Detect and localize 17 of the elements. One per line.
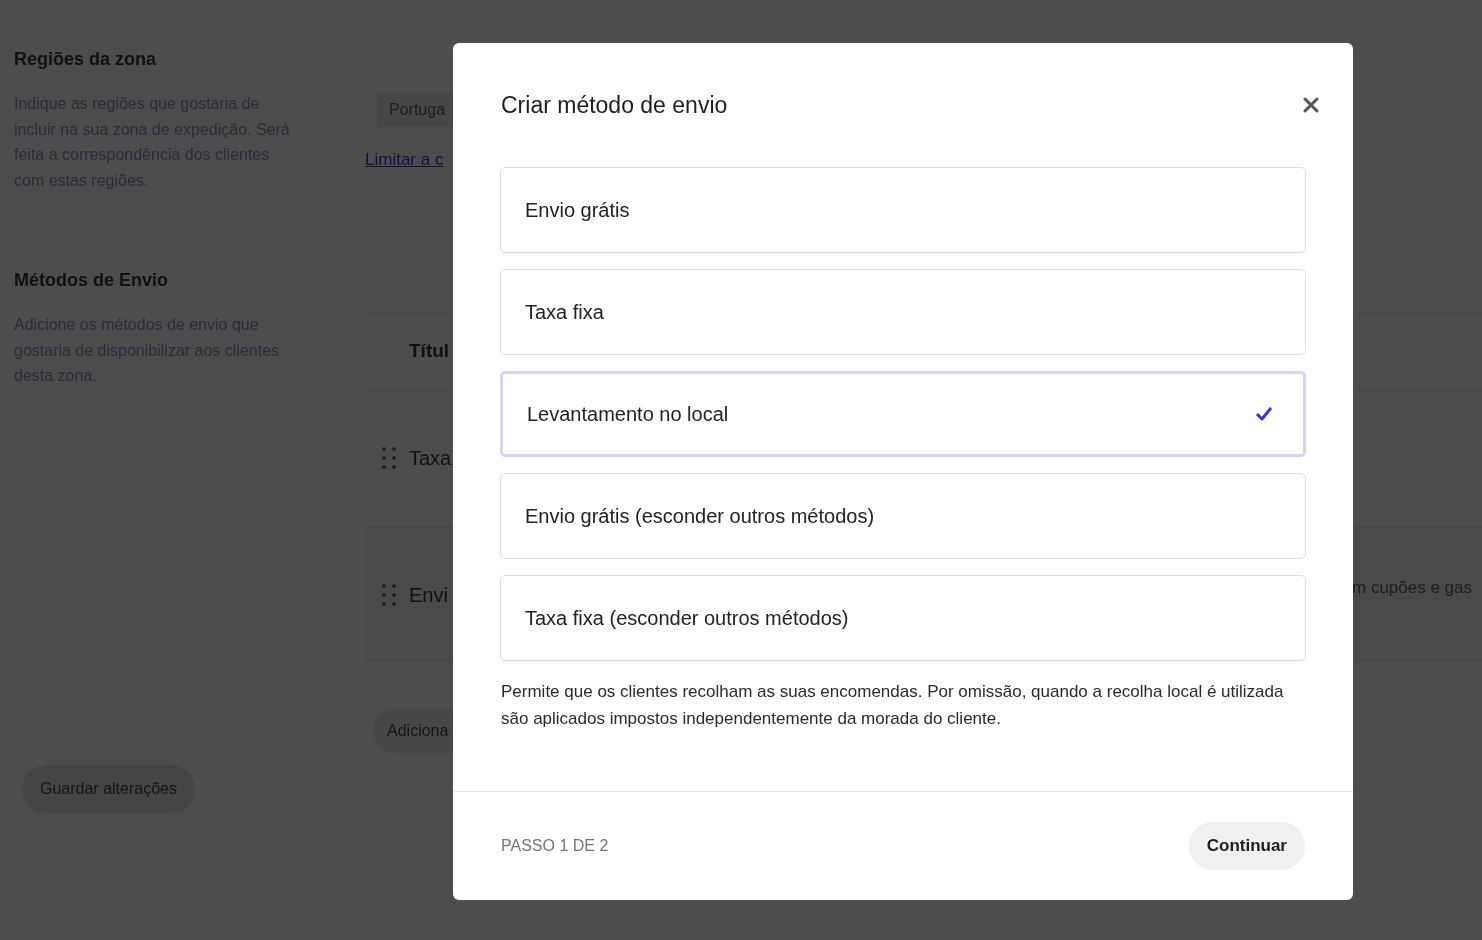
check-icon: [1255, 406, 1273, 421]
option-card[interactable]: Envio grátis: [500, 166, 1306, 253]
step-indicator: PASSO 1 DE 2: [501, 836, 609, 856]
drag-handle-icon[interactable]: [382, 447, 396, 469]
option-card[interactable]: Levantamento no local: [500, 370, 1306, 457]
option-card[interactable]: Taxa fixa (esconder outros métodos): [500, 574, 1306, 661]
option-card[interactable]: Envio grátis (esconder outros métodos): [500, 472, 1306, 559]
method-title: Envi: [409, 583, 448, 606]
close-icon: [1303, 97, 1319, 114]
section-title: Regiões da zona: [14, 48, 158, 71]
option-card[interactable]: Taxa fixa: [500, 268, 1306, 355]
column-header: Títul: [409, 339, 450, 364]
dialog-title: Criar método de envio: [501, 91, 728, 120]
method-title: Taxa: [409, 447, 452, 469]
continue-button[interactable]: Continuar: [1188, 822, 1305, 870]
drag-handle-icon[interactable]: [382, 583, 396, 606]
section-title: Métodos de Envio: [14, 269, 169, 292]
